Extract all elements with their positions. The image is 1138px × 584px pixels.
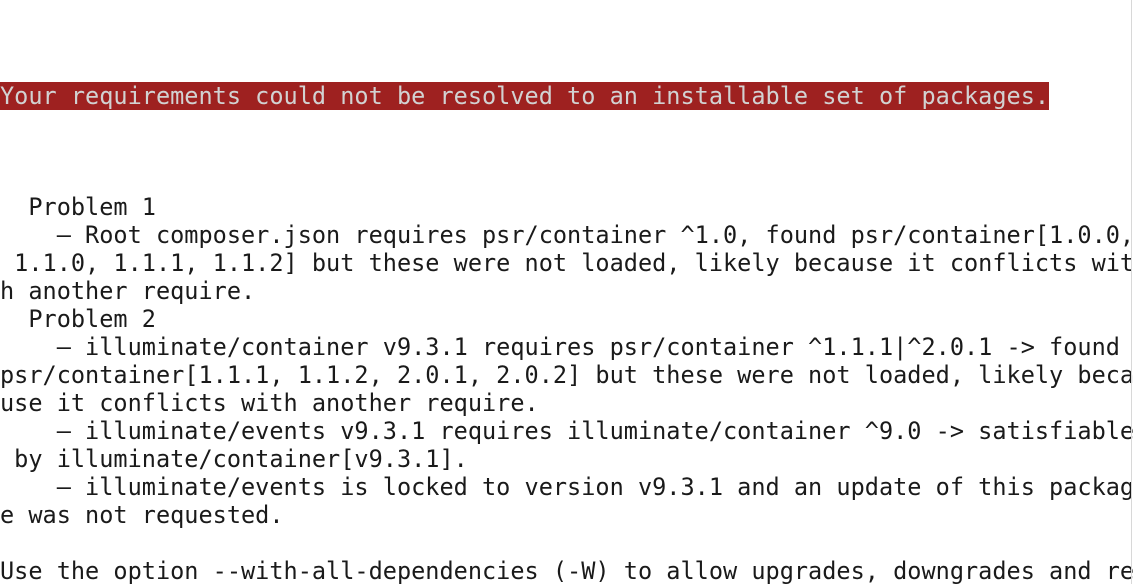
output-line: Problem 1 xyxy=(0,193,156,221)
output-line: Use the option --with-all-dependencies (… xyxy=(0,557,1135,584)
output-line: psr/container[1.1.1, 1.1.2, 2.0.1, 2.0.2… xyxy=(0,361,1135,389)
output-line: e was not requested. xyxy=(0,501,284,529)
output-line: by illuminate/container[v9.3.1]. xyxy=(0,445,468,473)
error-banner-text: Your requirements could not be resolved … xyxy=(0,82,1050,110)
output-line: h another require. xyxy=(0,277,256,305)
terminal-output-pane[interactable]: Your requirements could not be resolved … xyxy=(0,0,1138,584)
output-line: – Root composer.json requires psr/contai… xyxy=(0,221,1135,249)
output-line: – illuminate/container v9.3.1 requires p… xyxy=(0,333,1120,361)
output-blank-line xyxy=(0,529,1138,557)
output-line: – illuminate/events v9.3.1 requires illu… xyxy=(0,417,1135,445)
output-line: Problem 2 xyxy=(0,305,156,333)
output-line: use it conflicts with another require. xyxy=(0,389,539,417)
output-body: Problem 1 – Root composer.json requires … xyxy=(0,193,1138,584)
output-line: 1.1.0, 1.1.1, 1.1.2] but these were not … xyxy=(0,249,1135,277)
error-banner-line: Your requirements could not be resolved … xyxy=(0,82,1138,110)
scroll-gutter[interactable] xyxy=(1131,0,1132,584)
output-line: – illuminate/events is locked to version… xyxy=(0,473,1135,501)
